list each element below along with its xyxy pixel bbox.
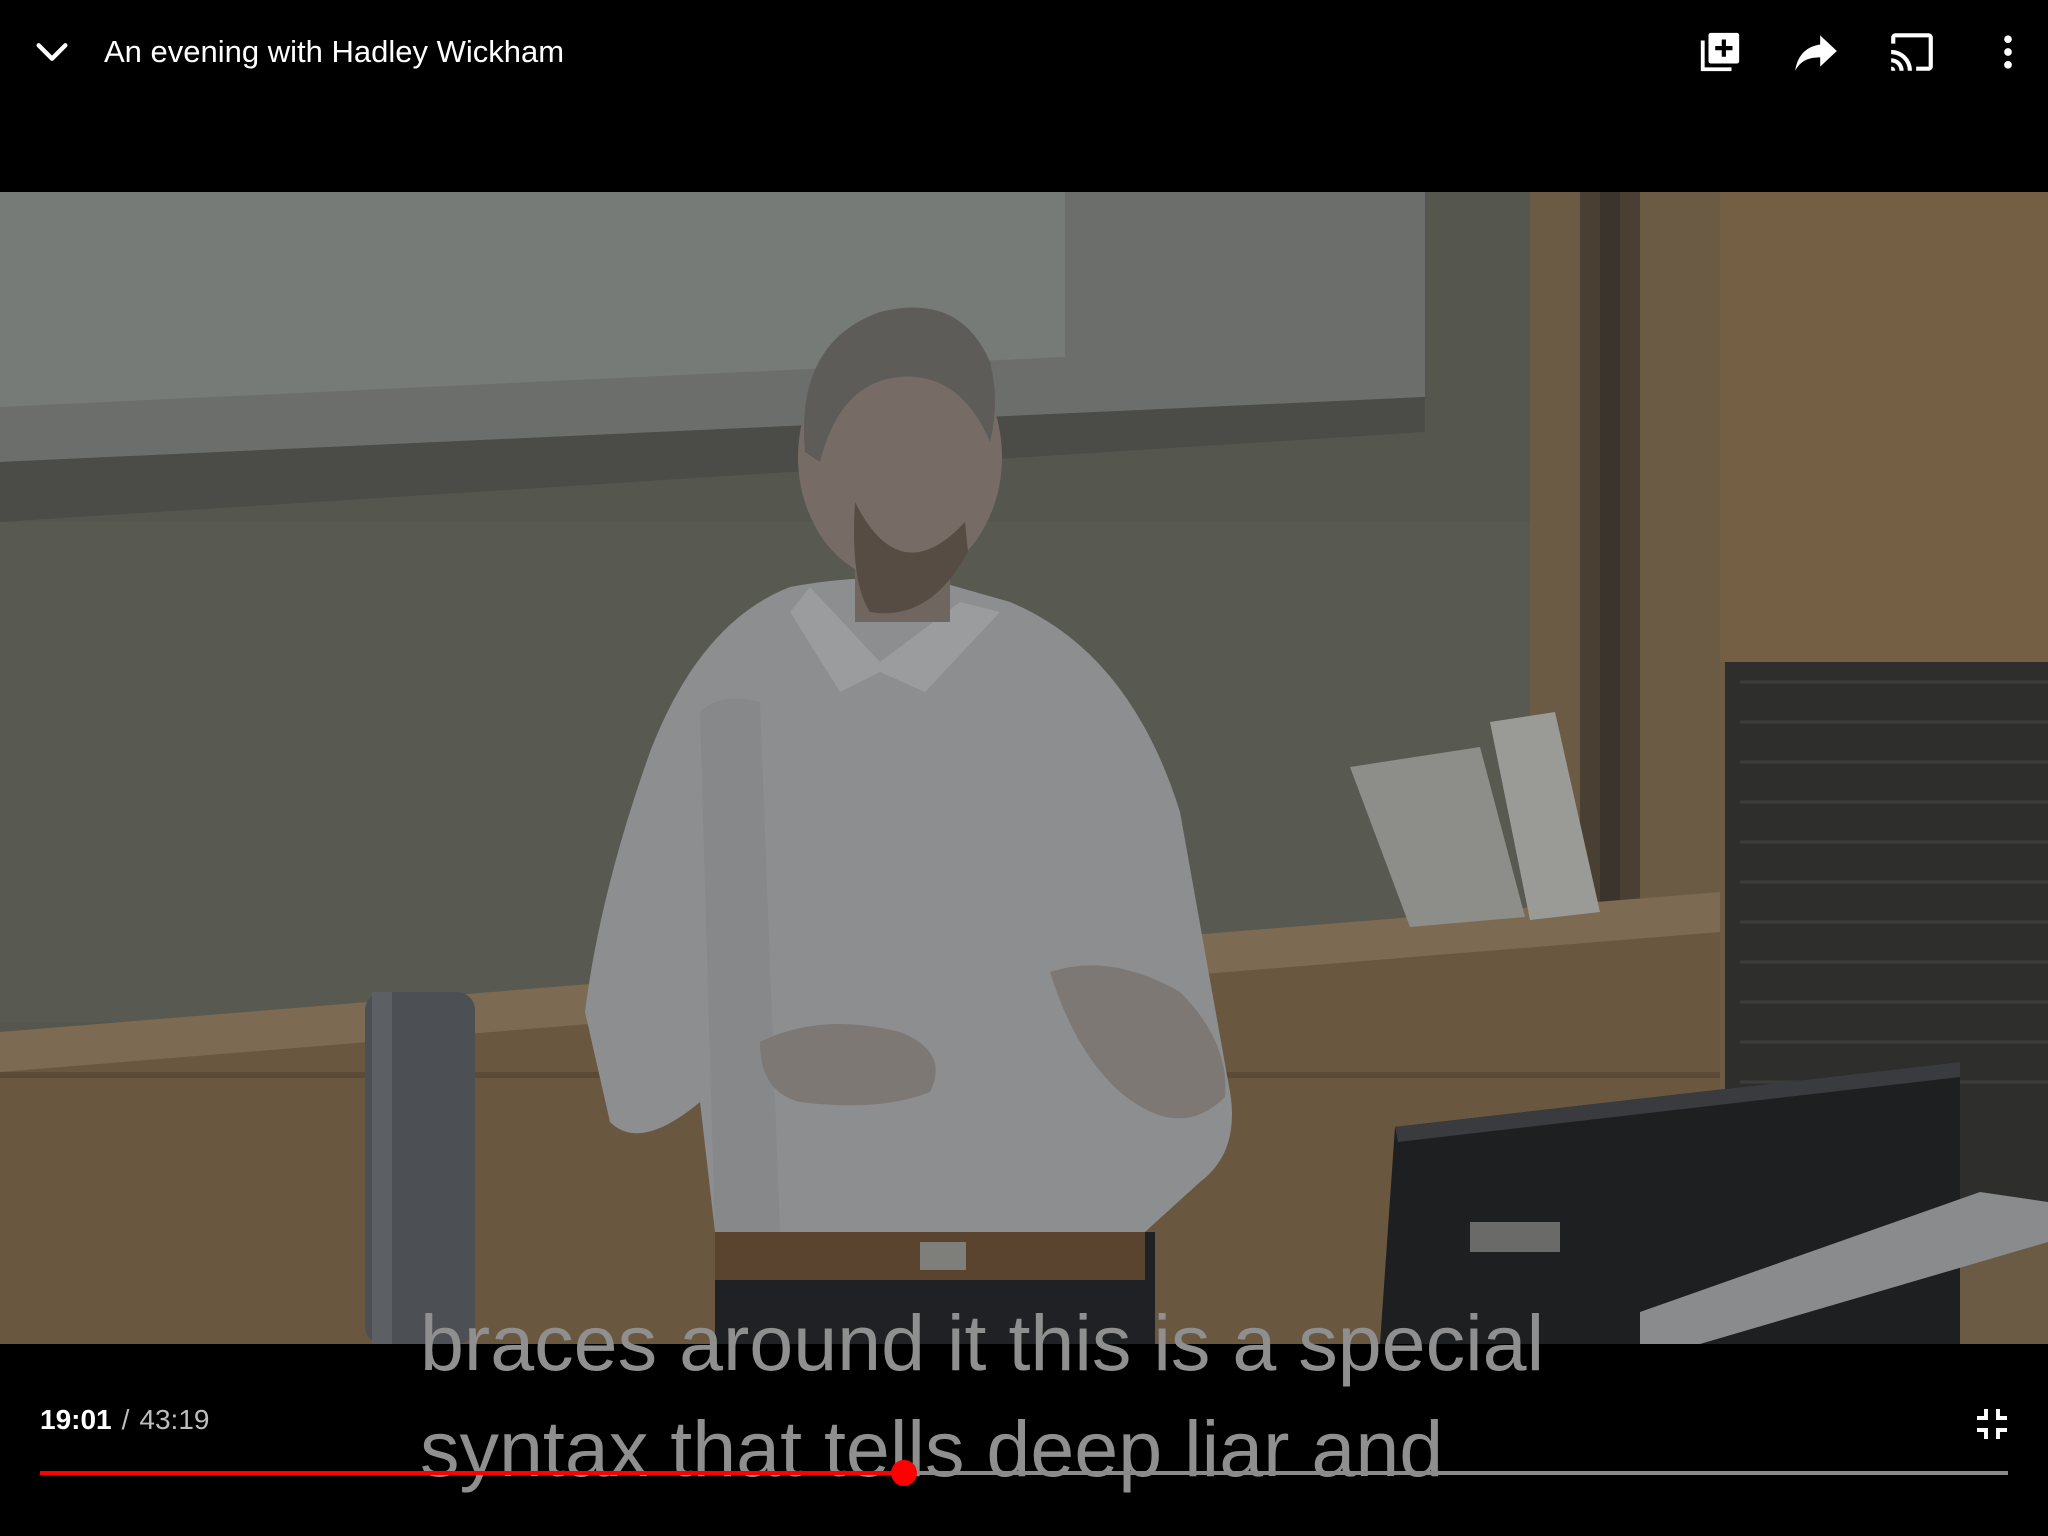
cast-button[interactable] [1880, 20, 1944, 84]
share-button[interactable] [1784, 20, 1848, 84]
progress-bar[interactable] [40, 1460, 2008, 1486]
video-frame[interactable] [0, 192, 2048, 1344]
chevron-down-icon [36, 43, 68, 61]
collapse-button[interactable] [22, 22, 82, 82]
cast-icon [1891, 33, 1933, 71]
share-arrow-icon [1795, 35, 1837, 71]
video-dim-overlay [0, 192, 2048, 1344]
exit-fullscreen-button[interactable] [1964, 1396, 2020, 1452]
more-vertical-icon [2004, 35, 2012, 69]
add-to-playlist-icon [1700, 32, 1740, 72]
total-duration: 43:19 [139, 1404, 210, 1435]
add-to-playlist-button[interactable] [1688, 20, 1752, 84]
caption-line-2: syntax that tells deep liar and [420, 1404, 1444, 1493]
progress-played [40, 1471, 905, 1475]
video-title: An evening with Hadley Wickham [104, 34, 565, 69]
top-bar: An evening with Hadley Wickham [0, 0, 2048, 192]
current-time: 19:01 [40, 1404, 112, 1435]
exit-fullscreen-icon [1977, 1409, 2007, 1439]
more-options-button[interactable] [1976, 20, 2040, 84]
time-display: 19:01 / 43:19 [40, 1400, 209, 1440]
caption-line-1: braces around it this is a special [420, 1298, 1545, 1387]
progress-scrubber-handle[interactable] [891, 1460, 918, 1486]
time-separator: / [121, 1404, 130, 1435]
